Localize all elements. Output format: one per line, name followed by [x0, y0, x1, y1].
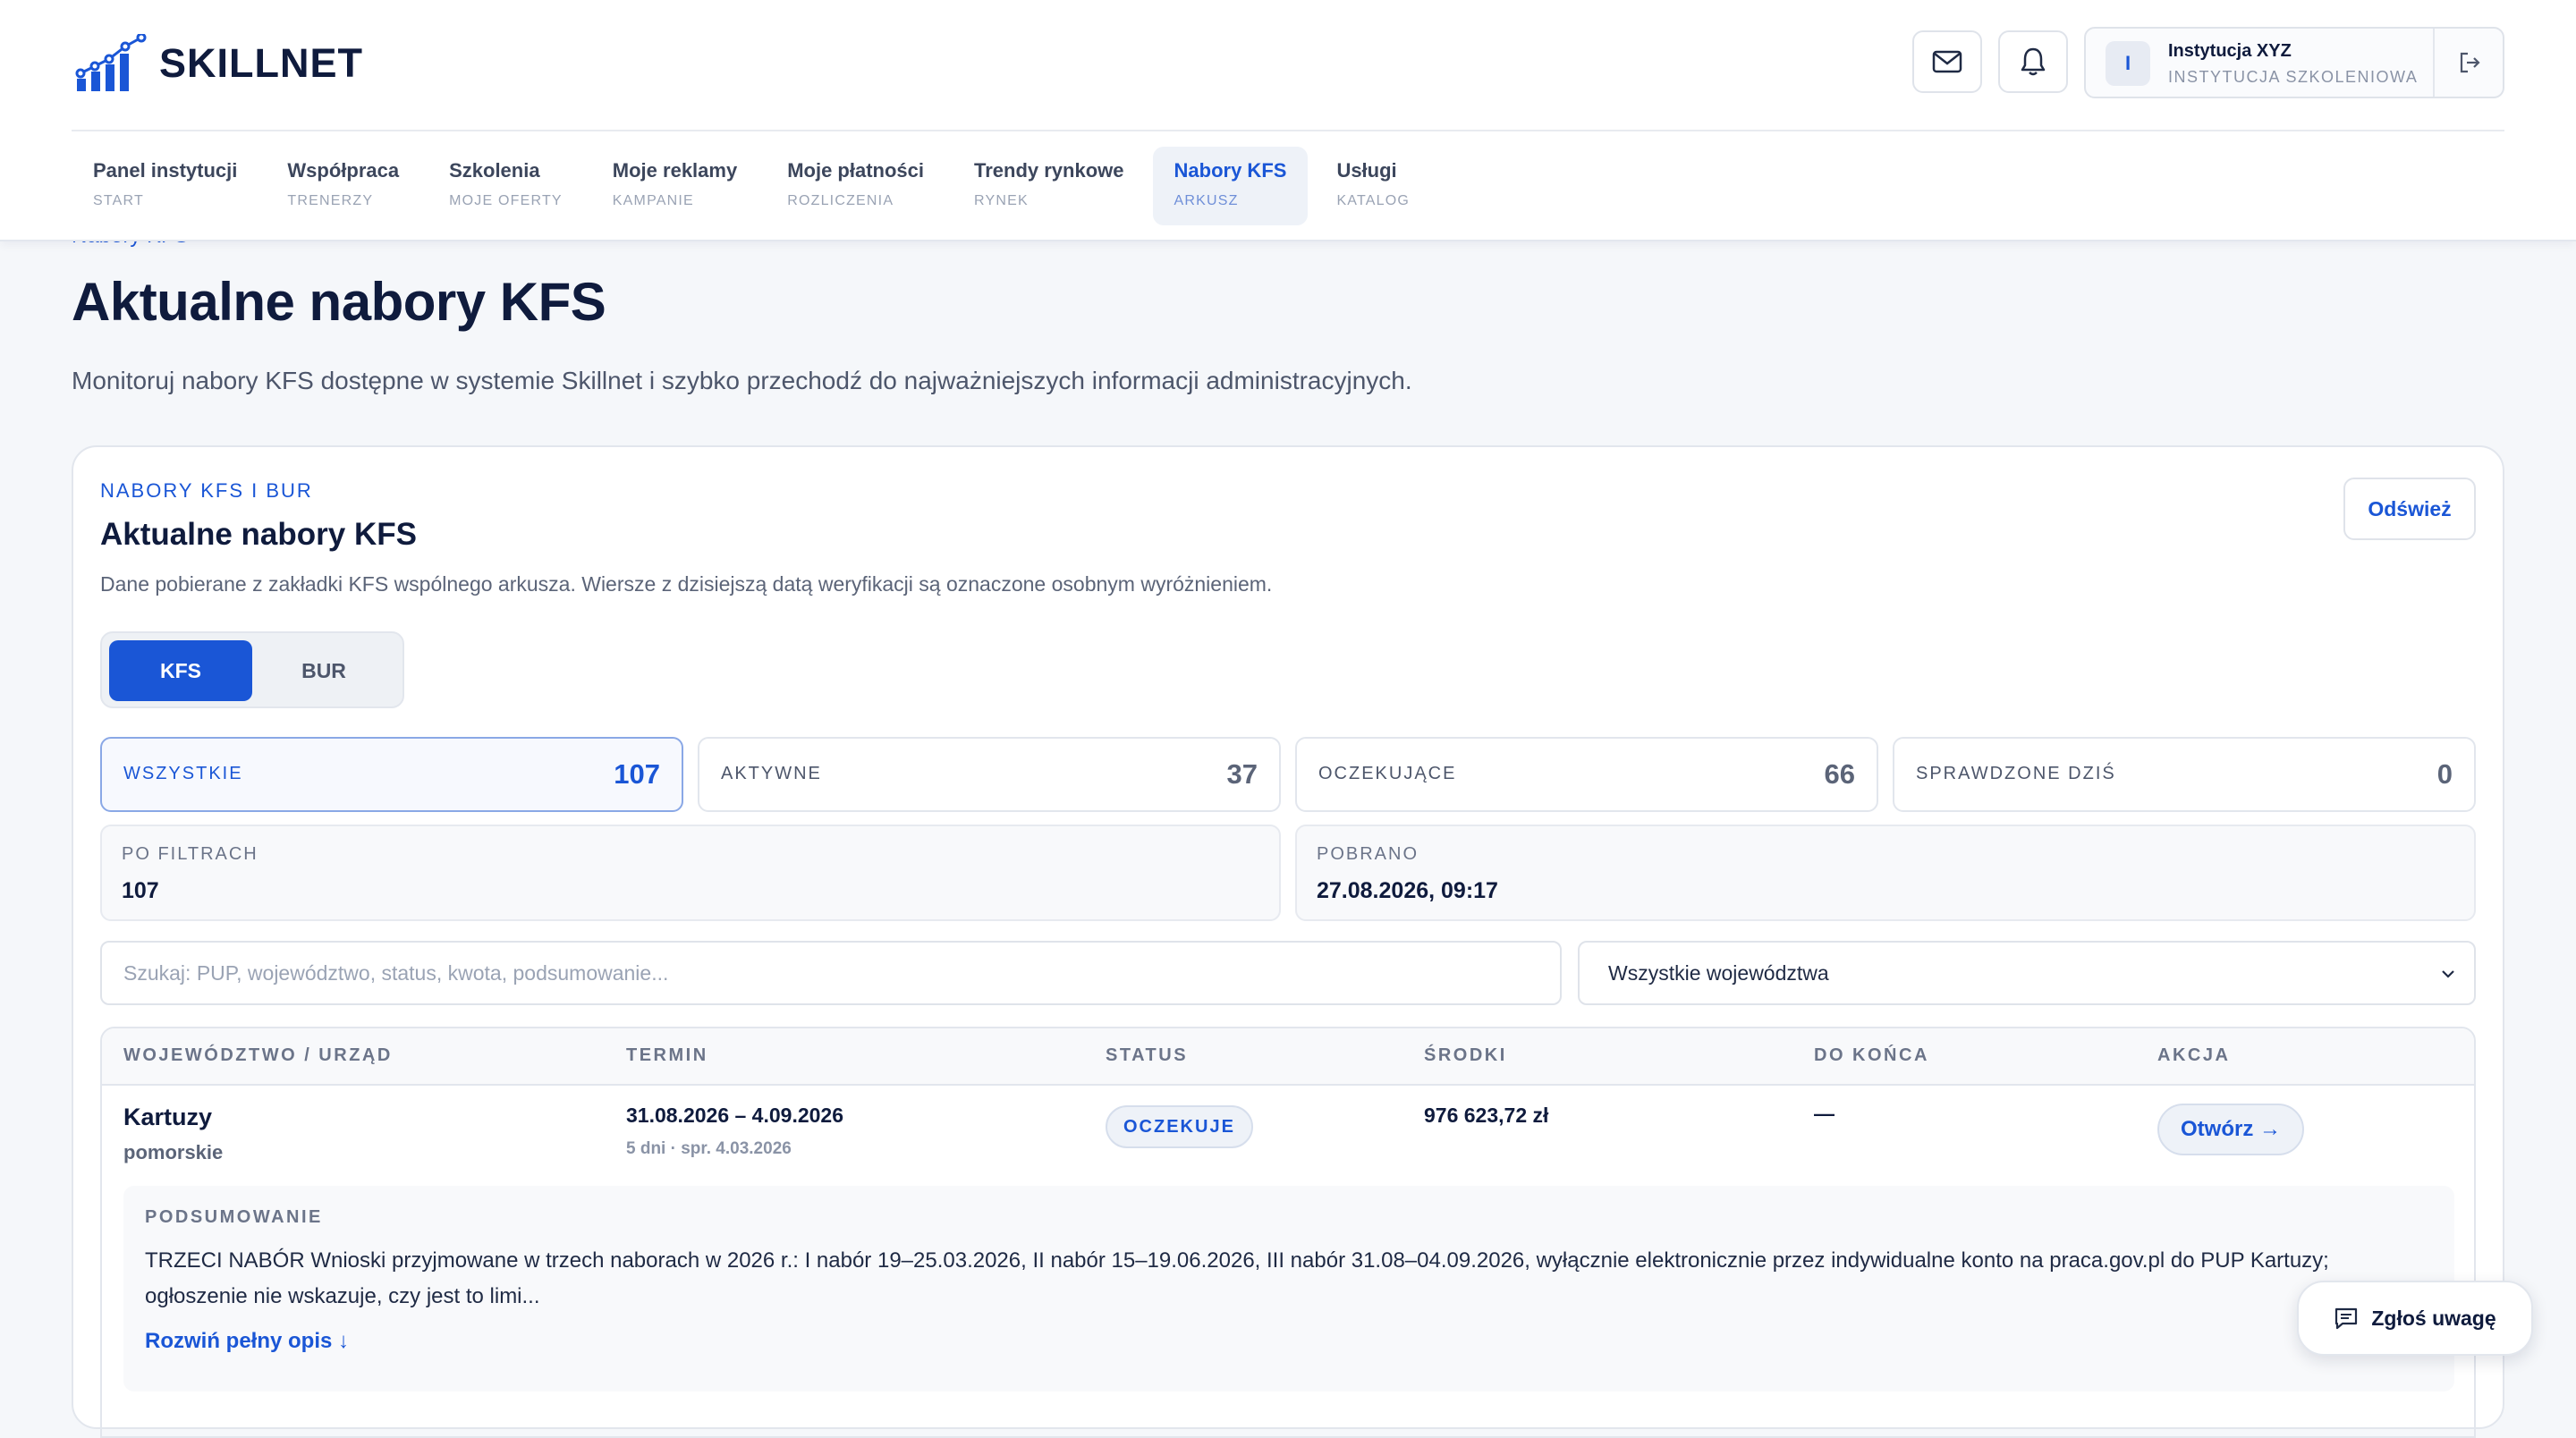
row-summary: PODSUMOWANIE TRZECI NABÓR Wnioski przyjm… [123, 1186, 2454, 1391]
column-header: TERMIN [626, 1045, 708, 1065]
top-header: SKILLNET I Instytucja XYZ INSTYTUCJA SZK… [0, 0, 2576, 241]
funds-amount: 976 623,72 zł [1424, 1104, 1549, 1127]
source-toggle: KFS BUR [100, 631, 404, 708]
nav-item-trends[interactable]: Trendy rynkowe RYNEK [953, 147, 1146, 225]
nav-sublabel: KAMPANIE [612, 193, 694, 208]
nav-item-panel[interactable]: Panel instytucji START [72, 147, 258, 225]
page-title: Aktualne nabory KFS [72, 272, 606, 332]
bell-icon [2021, 47, 2046, 76]
nav-label: Panel instytucji [93, 159, 238, 182]
stat-label: SPRAWDZONE DZIŚ [1916, 764, 2116, 783]
messages-button[interactable] [1912, 30, 1982, 93]
brand-logo[interactable]: SKILLNET [75, 32, 363, 95]
stat-checked-today[interactable]: SPRAWDZONE DZIŚ 0 [1893, 737, 2476, 812]
tab-bur[interactable]: BUR [252, 640, 395, 701]
office-name: Kartuzy [123, 1104, 213, 1130]
summary-text: TRZECI NABÓR Wnioski przyjmowane w trzec… [145, 1248, 2329, 1308]
nav-sublabel: ROZLICZENIA [787, 193, 894, 208]
status-badge: OCZEKUJE [1106, 1105, 1253, 1148]
nav-label: Usługi [1336, 159, 1397, 182]
card-description: Dane pobierane z zakładki KFS wspólnego … [100, 572, 1273, 596]
logout-icon [2460, 52, 2480, 73]
nav-item-ads[interactable]: Moje reklamy KAMPANIE [591, 147, 758, 225]
nav-item-cooperation[interactable]: Współpraca TRENERZY [266, 147, 420, 225]
column-header: DO KOŃCA [1814, 1045, 1929, 1065]
page-subtitle: Monitoruj nabory KFS dostępne w systemie… [72, 367, 1412, 394]
mail-icon [1932, 50, 1962, 73]
nav-label: Współpraca [287, 159, 400, 182]
user-name: Instytucja XYZ [2168, 41, 2292, 61]
nav-sublabel: START [93, 193, 144, 208]
table-header: WOJEWÓDZTWO / URZĄD TERMIN STATUS ŚRODKI… [102, 1028, 2474, 1086]
nav-label: Moje płatności [787, 159, 924, 182]
stat-pending[interactable]: OCZEKUJĄCE 66 [1295, 737, 1878, 812]
info-fetched: POBRANO 27.08.2026, 09:17 [1295, 825, 2476, 921]
info-value: 27.08.2026, 09:17 [1317, 878, 1498, 903]
column-header: WOJEWÓDZTWO / URZĄD [123, 1045, 393, 1065]
tab-kfs[interactable]: KFS [109, 640, 252, 701]
nav-item-payments[interactable]: Moje płatności ROZLICZENIA [766, 147, 945, 225]
kfs-card: NABORY KFS I BUR Aktualne nabory KFS Dan… [72, 445, 2504, 1438]
notifications-button[interactable] [1998, 30, 2068, 93]
remaining-time: — [1814, 1102, 1835, 1125]
main-nav: Panel instytucji START Współpraca TRENER… [72, 147, 1438, 225]
nav-sublabel: KATALOG [1336, 193, 1411, 208]
region-name: pomorskie [123, 1141, 224, 1163]
stat-all[interactable]: WSZYSTKIE 107 [100, 737, 683, 812]
growth-chart-icon [75, 34, 147, 91]
chevron-down-icon [2442, 970, 2454, 978]
stat-label: OCZEKUJĄCE [1318, 764, 1457, 783]
nav-label: Szkolenia [449, 159, 540, 182]
stat-label: WSZYSTKIE [123, 764, 243, 783]
info-label: PO FILTRACH [122, 844, 258, 864]
logout-button[interactable] [2435, 29, 2504, 97]
divider [72, 130, 2504, 131]
kfs-table: WOJEWÓDZTWO / URZĄD TERMIN STATUS ŚRODKI… [100, 1027, 2476, 1438]
stat-value: 37 [1226, 758, 1258, 790]
info-value: 107 [122, 878, 159, 903]
nav-item-trainings[interactable]: Szkolenia MOJE OFERTY [428, 147, 584, 225]
brand-name: SKILLNET [159, 40, 363, 86]
column-header: AKCJA [2157, 1045, 2231, 1065]
user-role: INSTYTUCJA SZKOLENIOWA [2168, 68, 2419, 86]
term-note: 5 dni · spr. 4.03.2026 [626, 1139, 792, 1158]
stat-active[interactable]: AKTYWNE 37 [698, 737, 1281, 812]
chat-icon [2335, 1307, 2358, 1330]
refresh-button[interactable]: Odśwież [2343, 478, 2476, 540]
nav-sublabel: MOJE OFERTY [449, 193, 563, 208]
term-range: 31.08.2026 – 4.09.2026 [626, 1104, 844, 1127]
nav-sublabel: TRENERZY [287, 193, 374, 208]
stat-value: 0 [2436, 758, 2453, 790]
region-select-value: Wszystkie województwa [1608, 961, 1829, 985]
nav-item-kfs[interactable]: Nabory KFS ARKUSZ [1152, 147, 1309, 225]
feedback-label: Zgłoś uwagę [2371, 1306, 2496, 1330]
nav-label: Trendy rynkowe [974, 159, 1124, 182]
nav-label: Nabory KFS [1174, 159, 1287, 182]
nav-sublabel: RYNEK [974, 193, 1029, 208]
expand-description-link[interactable]: Rozwiń pełny opis ↓ [145, 1329, 349, 1354]
column-header: STATUS [1106, 1045, 1189, 1065]
stat-value: 107 [614, 758, 660, 790]
summary-label: PODSUMOWANIE [145, 1207, 323, 1227]
info-label: POBRANO [1317, 844, 1419, 864]
avatar: I [2106, 41, 2150, 86]
nav-item-services[interactable]: Usługi KATALOG [1315, 147, 1431, 225]
stat-label: AKTYWNE [721, 764, 822, 783]
nav-label: Moje reklamy [612, 159, 738, 182]
column-header: ŚRODKI [1424, 1045, 1507, 1065]
card-eyebrow: NABORY KFS I BUR [100, 479, 313, 502]
stat-value: 66 [1824, 758, 1855, 790]
feedback-button[interactable]: Zgłoś uwagę [2297, 1281, 2533, 1356]
region-select[interactable]: Wszystkie województwa [1578, 941, 2476, 1005]
open-button[interactable]: Otwórz → [2157, 1104, 2304, 1155]
info-filtered: PO FILTRACH 107 [100, 825, 1281, 921]
search-input[interactable]: Szukaj: PUP, województwo, status, kwota,… [100, 941, 1562, 1005]
nav-sublabel: ARKUSZ [1174, 193, 1239, 208]
user-menu[interactable]: I Instytucja XYZ INSTYTUCJA SZKOLENIOWA [2084, 27, 2504, 98]
card-title: Aktualne nabory KFS [100, 517, 417, 552]
